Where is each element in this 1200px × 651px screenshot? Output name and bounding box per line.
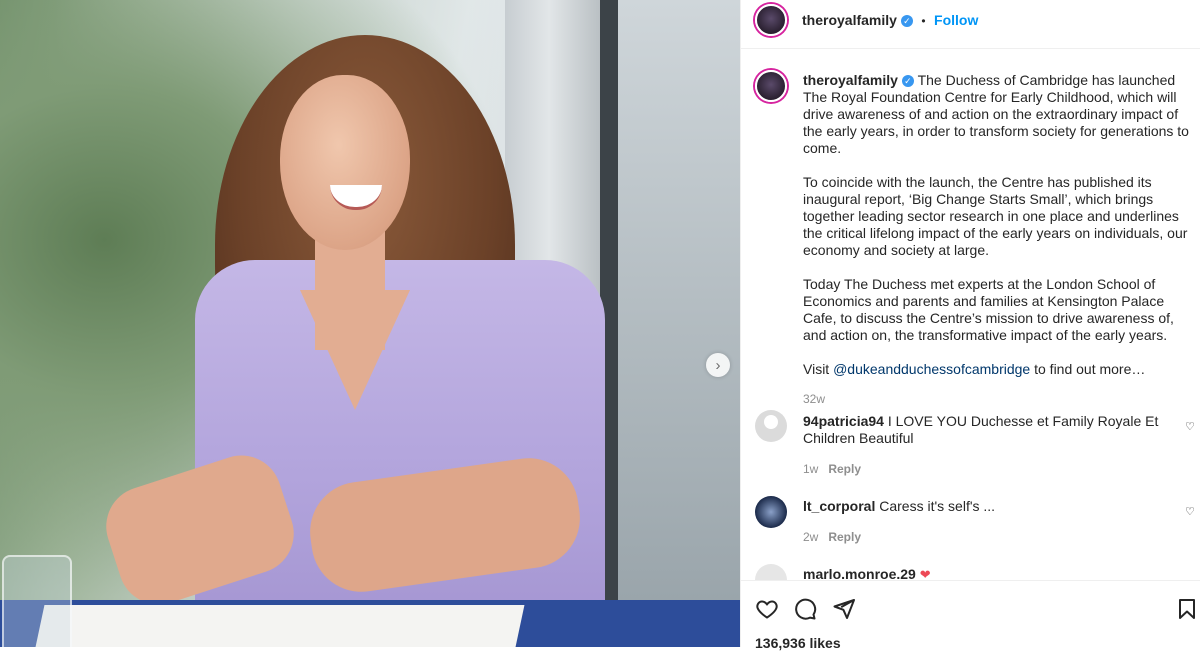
comment-item: 94patricia94 I LOVE YOU Duchesse et Fami… [803,413,1183,478]
comment-username[interactable]: lt_corporal [803,498,875,514]
caption-avatar[interactable] [755,70,787,102]
verified-badge-icon: ✓ [901,75,914,87]
post-header: theroyalfamily ✓ • Follow [741,0,1200,49]
reply-button[interactable]: Reply [828,530,861,544]
comment-avatar[interactable] [755,410,787,442]
share-paper-plane-icon[interactable] [832,597,856,621]
verified-badge-icon: ✓ [900,15,913,27]
comment-meta: 2w Reply [803,528,1183,546]
comment-meta: 1w Reply [803,460,1183,478]
header-username[interactable]: theroyalfamily [802,12,897,28]
caption-age: 32w [803,392,826,406]
separator-dot: • [921,14,926,28]
comment-text: Caress it's self's ... [879,498,996,514]
caption-username[interactable]: theroyalfamily [803,72,898,88]
like-heart-icon[interactable] [755,597,779,621]
comment-age: 1w [803,462,819,476]
comment-age: 2w [803,530,819,544]
caption-visit-text: Visit [803,361,834,377]
reply-button[interactable]: Reply [828,462,861,476]
caption-more-text: to find out more… [1030,361,1146,377]
mention-link[interactable]: @dukeandduchessofcambridge [833,361,1030,377]
comment-bubble-icon[interactable] [793,597,817,621]
comment-item: lt_corporal Caress it's self's ... 2w Rep… [803,498,1183,546]
photo-papers [35,605,525,647]
caption-paragraph-4: Visit @dukeandduchessofcambridge to find… [803,361,1199,378]
save-bookmark-icon[interactable] [1175,597,1199,621]
photo-water-glass [2,555,72,647]
carousel-next-button[interactable]: › [706,353,730,377]
caption-paragraph-1: theroyalfamily ✓ The Duchess of Cambridge… [803,72,1199,157]
default-user-icon [764,415,778,429]
post-photo[interactable]: › [0,0,740,647]
comment-avatar[interactable] [755,496,787,528]
post-actions: 136,936 likes [741,580,1200,651]
post-sidebar: theroyalfamily ✓ • Follow theroyalfamily ✓… [740,0,1200,651]
chevron-right-icon: › [715,356,721,374]
photo-window-glass [618,0,740,600]
comment-like-heart-icon[interactable]: ♡ [1185,505,1195,518]
caption-paragraph-2: To coincide with the launch, the Centre … [803,174,1188,258]
author-avatar[interactable] [755,4,787,36]
caption-paragraph-3: Today The Duchess met experts at the Lon… [803,276,1174,343]
post-caption: theroyalfamily ✓ The Duchess of Cambridge… [803,72,1199,408]
comment-like-heart-icon[interactable]: ♡ [1185,420,1195,433]
header-user-row: theroyalfamily ✓ • Follow [802,12,978,30]
follow-button[interactable]: Follow [934,12,978,28]
likes-count[interactable]: 136,936 likes [755,635,841,651]
photo-face [280,75,410,250]
comment-username[interactable]: 94patricia94 [803,413,884,429]
